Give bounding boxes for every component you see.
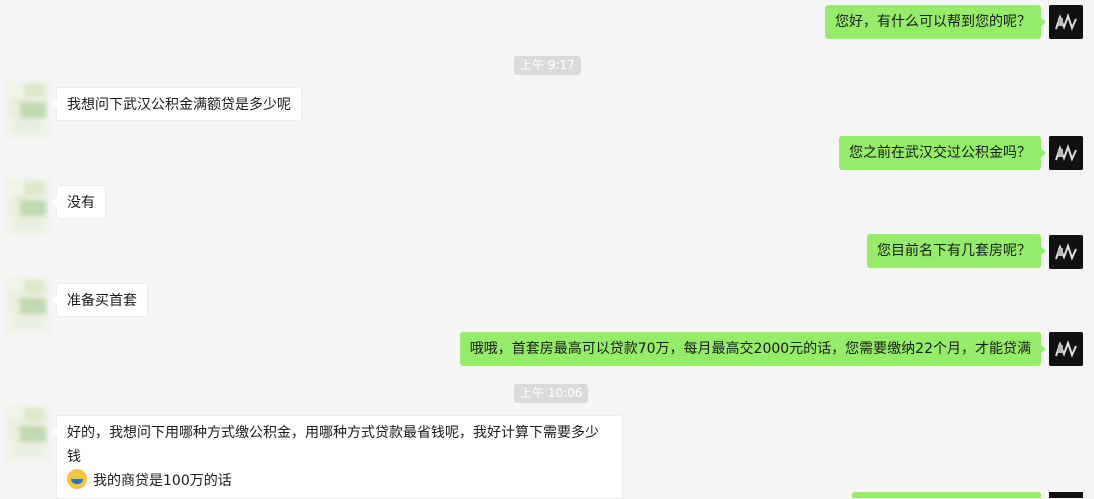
agent-avatar-icon[interactable]	[1049, 492, 1083, 498]
message-bubble-sent-partial[interactable]	[852, 492, 1041, 498]
timestamp: 上午 9:17	[514, 56, 581, 75]
message-bubble-received[interactable]: 没有	[51, 185, 106, 219]
agent-avatar-icon[interactable]	[1049, 235, 1083, 269]
message-text: 我的商贷是100万的话	[93, 473, 232, 489]
message-bubble-sent[interactable]: 哦哦，首套房最高可以贷款70万，每月最高交2000元的话，您需要缴纳22个月，才…	[459, 332, 1047, 366]
agent-avatar-icon[interactable]	[1049, 136, 1083, 170]
message-text-line: 好的，我想问下用哪种方式缴公积金，用哪种方式贷款最省钱呢，我好计算下需要多少钱	[67, 425, 599, 465]
message-bubble-sent[interactable]: 您目前名下有几套房呢？	[867, 234, 1046, 268]
timestamp: 上午 10:06	[514, 384, 589, 403]
chat-area: 您好，有什么可以帮到您的呢？ 上午 9:17 我想问下武汉公积金满额贷是多少呢 …	[0, 0, 1094, 499]
customer-avatar-icon[interactable]	[6, 404, 50, 462]
message-bubble-received[interactable]: 好的，我想问下用哪种方式缴公积金，用哪种方式贷款最省钱呢，我好计算下需要多少钱 …	[51, 415, 623, 499]
customer-avatar-icon[interactable]	[6, 80, 50, 138]
message-text-line: 我的商贷是100万的话	[67, 469, 612, 493]
agent-avatar-icon[interactable]	[1049, 5, 1083, 39]
tears-of-joy-emoji-icon	[67, 469, 87, 489]
message-bubble-sent[interactable]: 您好，有什么可以帮到您的呢？	[825, 5, 1046, 39]
message-bubble-received[interactable]: 我想问下武汉公积金满额贷是多少呢	[51, 87, 302, 121]
message-bubble-sent[interactable]: 您之前在武汉交过公积金吗？	[839, 136, 1046, 170]
agent-avatar-icon[interactable]	[1049, 332, 1083, 366]
message-bubble-received[interactable]: 准备买首套	[51, 283, 148, 317]
customer-avatar-icon[interactable]	[6, 178, 50, 236]
customer-avatar-icon[interactable]	[6, 276, 50, 334]
